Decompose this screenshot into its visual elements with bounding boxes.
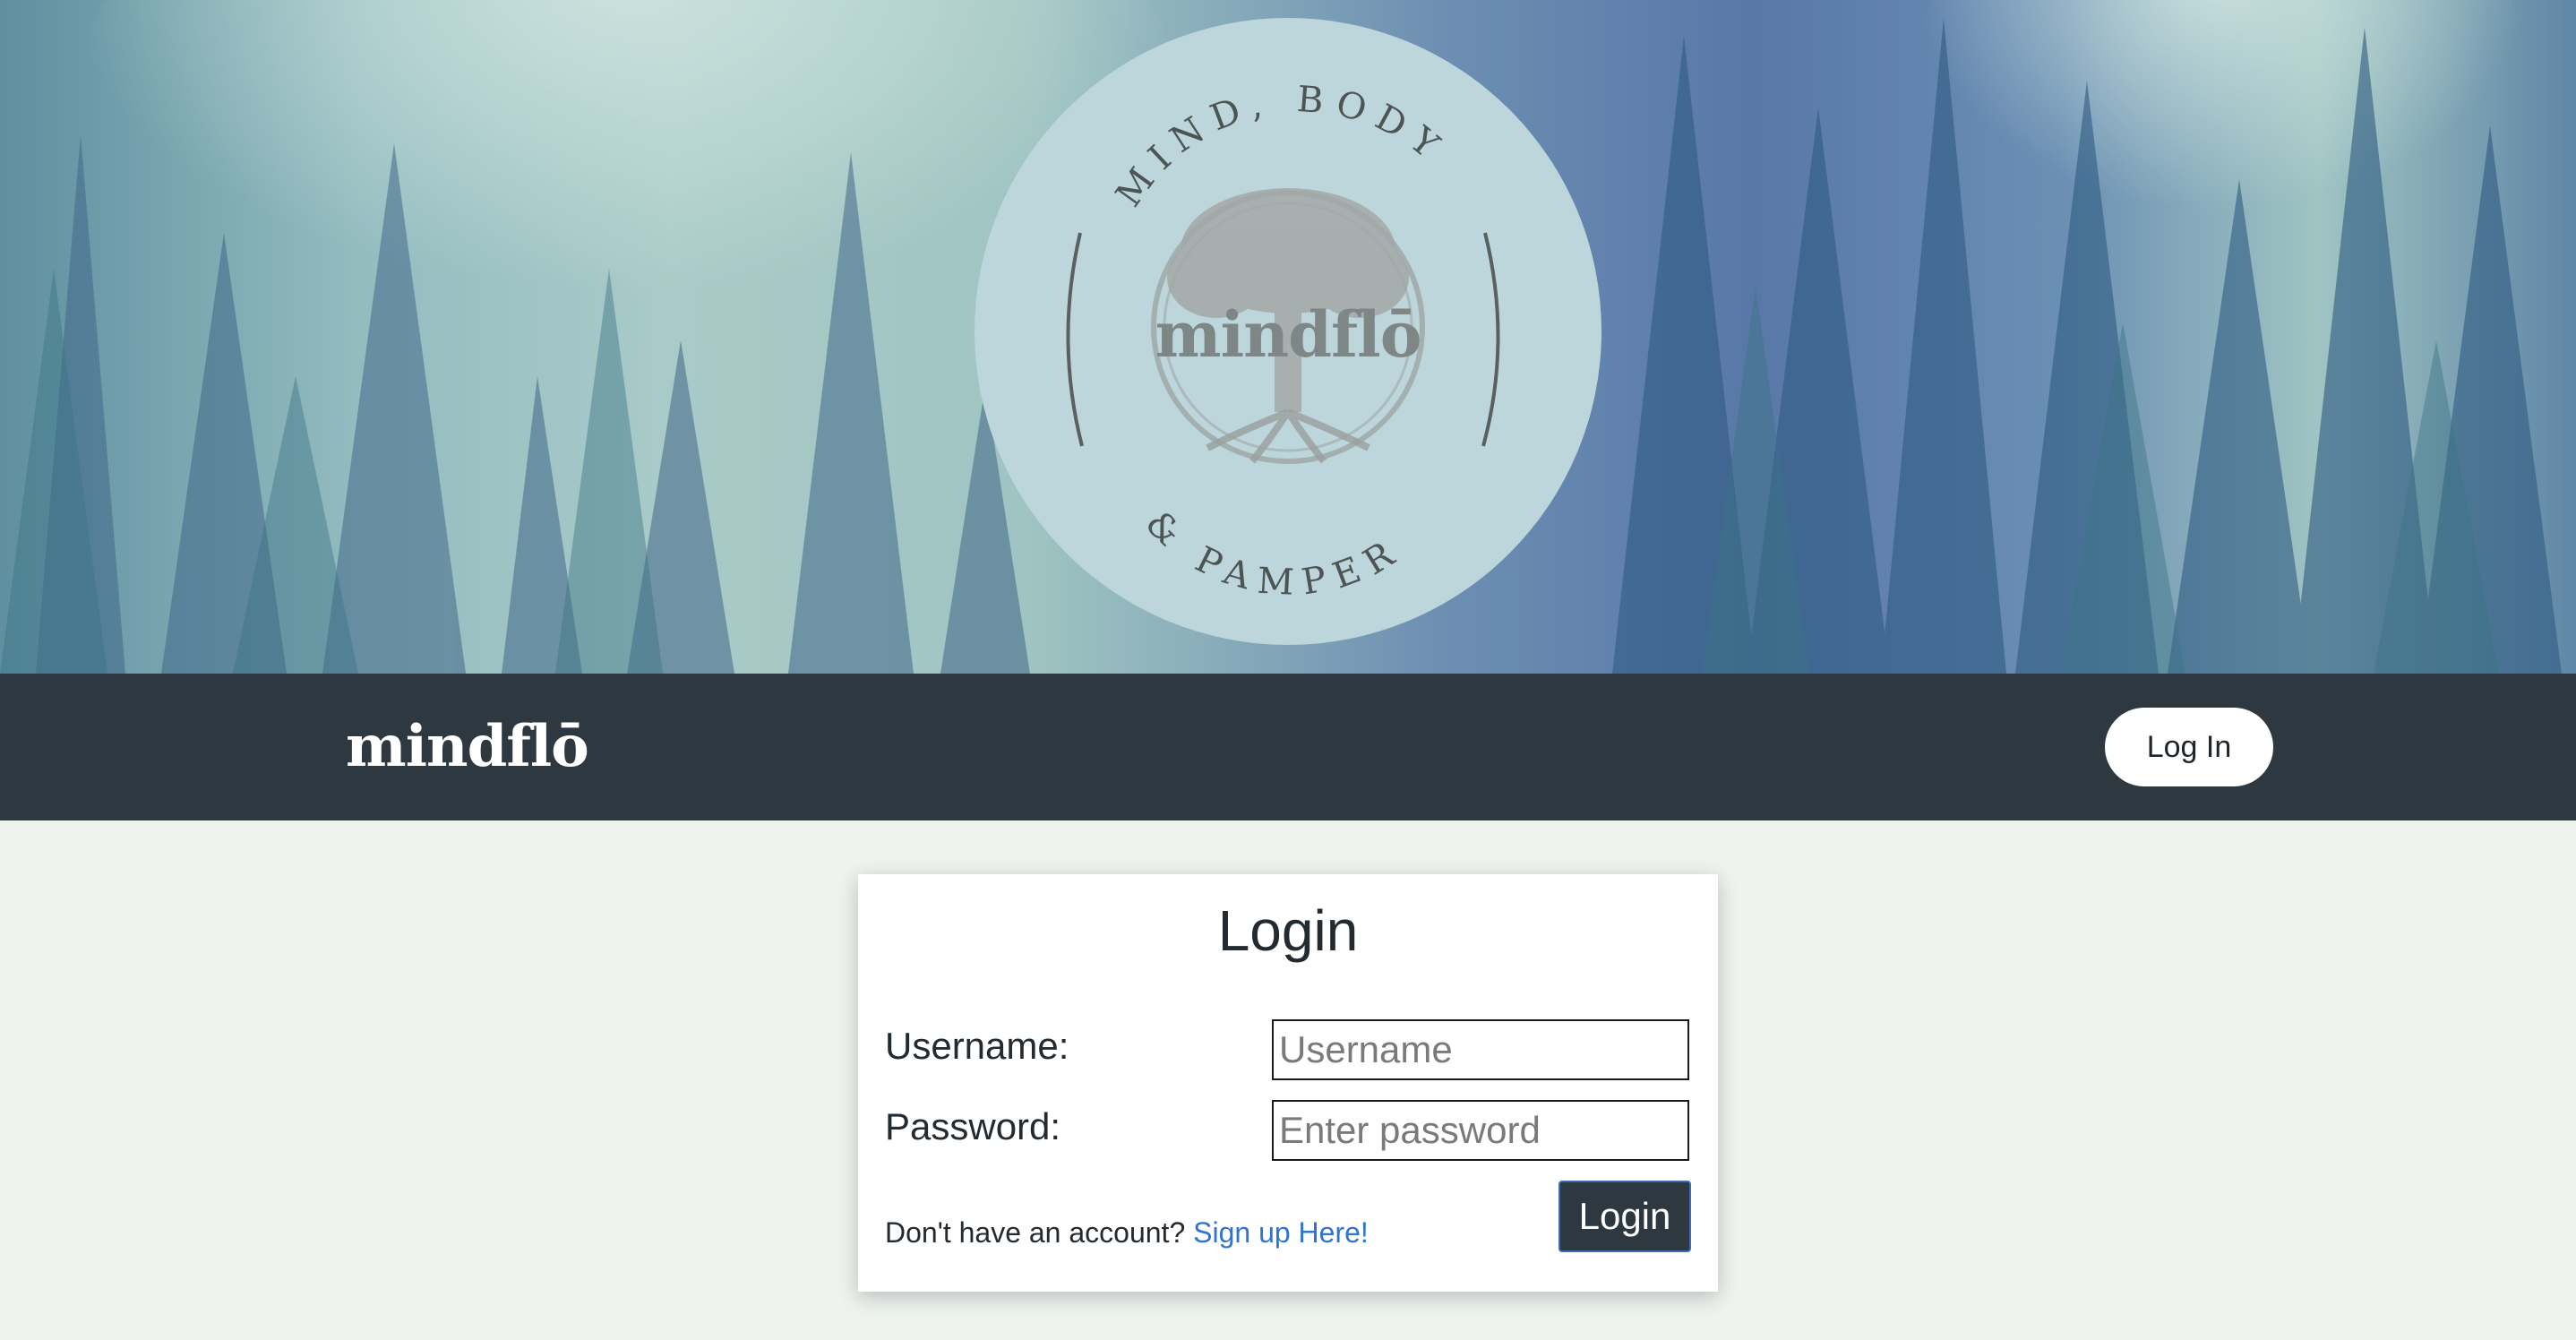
emblem-wordmark: mindflō bbox=[1155, 297, 1422, 372]
signup-link[interactable]: Sign up Here! bbox=[1193, 1216, 1369, 1249]
password-label: Password: bbox=[885, 1105, 1061, 1147]
password-input[interactable] bbox=[1272, 1100, 1689, 1161]
login-title: Login bbox=[1217, 898, 1359, 963]
nav-login-button[interactable]: Log In bbox=[2105, 708, 2273, 786]
hero-banner: MIND, BODY & PAMPER mindflō bbox=[0, 0, 2576, 674]
username-label: Username: bbox=[885, 1025, 1069, 1067]
signup-prompt-row: Don't have an account? Sign up Here! bbox=[885, 1216, 1369, 1250]
username-input[interactable] bbox=[1272, 1019, 1689, 1080]
signup-prompt: Don't have an account? bbox=[885, 1216, 1194, 1249]
emblem-bottom-text: & PAMPER bbox=[1138, 502, 1411, 604]
brand-logo[interactable]: mindflō bbox=[346, 713, 589, 780]
top-navbar: mindflō Log In bbox=[0, 674, 2576, 820]
login-submit-button[interactable]: Login bbox=[1558, 1181, 1691, 1252]
login-card: Login Username: Password: Don't have an … bbox=[858, 874, 1718, 1292]
brand-emblem: MIND, BODY & PAMPER mindflō bbox=[975, 18, 1601, 645]
